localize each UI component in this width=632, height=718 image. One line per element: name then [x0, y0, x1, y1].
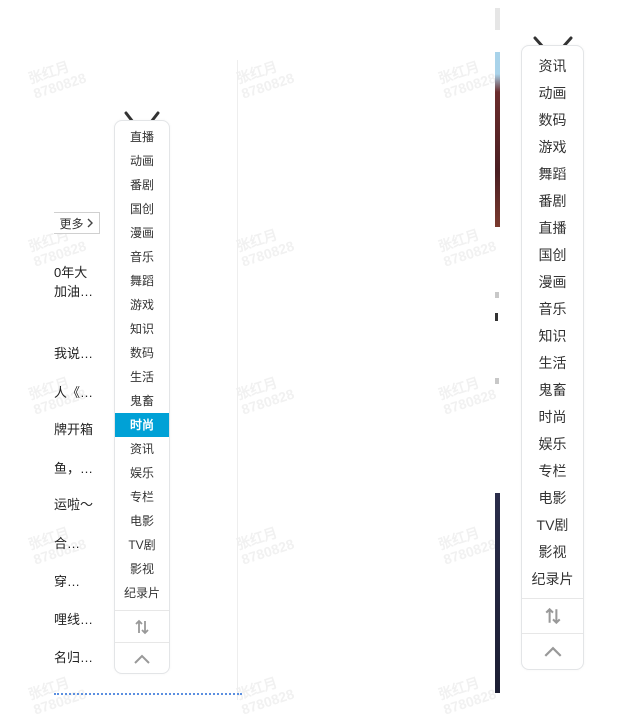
side-nav-item[interactable]: 数码: [115, 341, 169, 365]
side-nav-primary: 直播 动画 番剧 国创 漫画 音乐 舞蹈 游戏 知识 数码 生活 鬼畜 时尚 资讯 娱乐 专栏 电影 TV剧 影视纪…: [114, 120, 170, 674]
side-nav-item[interactable]: 资讯: [115, 437, 169, 461]
image-edge-top: [495, 8, 500, 30]
side-nav-item[interactable]: 音乐: [115, 245, 169, 269]
feed-item-title[interactable]: 名归…: [54, 647, 93, 666]
image-edge-banner: [495, 52, 500, 227]
watermark-text: 张红月 8780828: [436, 58, 499, 102]
sort-arrows-icon: [545, 607, 560, 625]
chevron-up-icon: [134, 654, 150, 664]
side-nav-item[interactable]: 生活: [522, 350, 583, 377]
side-nav-item[interactable]: TV剧: [522, 512, 583, 539]
side-nav-item[interactable]: 电影: [115, 509, 169, 533]
side-nav-item[interactable]: 影视: [522, 539, 583, 566]
side-nav-item[interactable]: 知识: [522, 323, 583, 350]
side-nav-item[interactable]: 直播: [115, 125, 169, 149]
side-nav-item[interactable]: 游戏: [115, 293, 169, 317]
side-nav-item[interactable]: TV剧: [115, 533, 169, 557]
feed-item-title[interactable]: 0年大: [54, 262, 87, 281]
more-label: 更多: [59, 216, 84, 231]
side-nav-item[interactable]: 专栏: [115, 485, 169, 509]
side-nav-item[interactable]: 舞蹈: [522, 161, 583, 188]
side-nav-item[interactable]: 漫画: [115, 221, 169, 245]
side-nav-item[interactable]: 影视: [115, 557, 169, 581]
feed-dot: [495, 292, 499, 298]
chevron-right-icon: [87, 218, 93, 228]
side-nav-item[interactable]: 动画: [522, 80, 583, 107]
side-nav-item[interactable]: 生活: [115, 365, 169, 389]
back-to-top-button[interactable]: [522, 634, 583, 668]
feed-item-title[interactable]: 我说…: [54, 343, 93, 362]
feed-dot: [495, 378, 499, 384]
dotted-underline: [54, 693, 242, 695]
watermark-text: 张红月 8780828: [436, 524, 499, 568]
more-button[interactable]: 更多: [54, 212, 100, 234]
side-nav-item[interactable]: 纪录片: [522, 566, 583, 593]
image-edge-bottom: [495, 493, 500, 693]
chevron-up-icon: [544, 646, 561, 657]
sort-button[interactable]: [115, 611, 169, 642]
side-nav-item[interactable]: 漫画: [522, 269, 583, 296]
feed-item-title[interactable]: 牌开箱: [54, 419, 93, 438]
column-divider: [237, 60, 238, 700]
watermark-text: 张红月 8780828: [26, 58, 89, 102]
watermark-text: 张红月 8780828: [234, 226, 297, 270]
side-nav-item[interactable]: 知识: [115, 317, 169, 341]
feed-item-title[interactable]: 合…: [54, 533, 80, 552]
side-nav-item[interactable]: 纪录片: [115, 581, 169, 605]
feed-dot: [495, 313, 498, 321]
back-to-top-button[interactable]: [115, 643, 169, 674]
watermark-text: 张红月 8780828: [436, 674, 499, 718]
sort-button[interactable]: [522, 599, 583, 633]
side-nav-item[interactable]: 国创: [115, 197, 169, 221]
side-nav-item[interactable]: 鬼畜: [522, 377, 583, 404]
side-nav-item[interactable]: 时尚: [115, 413, 169, 437]
feed-item-title[interactable]: 人《…: [54, 382, 93, 401]
side-nav-item[interactable]: 数码: [522, 107, 583, 134]
watermark-text: 张红月 8780828: [436, 374, 499, 418]
side-nav-item[interactable]: 舞蹈: [115, 269, 169, 293]
side-nav-item[interactable]: 鬼畜: [115, 389, 169, 413]
side-nav-item[interactable]: 国创: [522, 242, 583, 269]
watermark-text: 张红月 8780828: [234, 674, 297, 718]
side-nav-item[interactable]: 番剧: [522, 188, 583, 215]
side-nav-item[interactable]: 动画: [115, 149, 169, 173]
side-nav-item[interactable]: 番剧: [115, 173, 169, 197]
watermark-text: 张红月 8780828: [234, 58, 297, 102]
side-nav-item[interactable]: 时尚: [522, 404, 583, 431]
side-nav-item[interactable]: 直播: [522, 215, 583, 242]
feed-item-title[interactable]: 鱼，…: [54, 458, 93, 477]
feed-item-title[interactable]: 穿…: [54, 571, 80, 590]
feed-item-title[interactable]: 运啦～: [54, 494, 93, 513]
watermark-text: 张红月 8780828: [436, 226, 499, 270]
side-nav-item[interactable]: 专栏: [522, 458, 583, 485]
side-nav-item[interactable]: 游戏: [522, 134, 583, 161]
watermark-text: 张红月 8780828: [234, 524, 297, 568]
side-nav-item[interactable]: 娱乐: [522, 431, 583, 458]
side-nav-item[interactable]: 资讯: [522, 53, 583, 80]
side-nav-item[interactable]: 电影: [522, 485, 583, 512]
side-nav-secondary-items: 资讯 动画 数码 游戏 舞蹈 番剧 直播 国创 漫画 音乐 知识 生活 鬼畜 时尚 娱乐 专栏 电影 TV剧 影视纪…: [522, 53, 583, 593]
sort-arrows-icon: [135, 619, 149, 634]
side-nav-primary-items: 直播 动画 番剧 国创 漫画 音乐 舞蹈 游戏 知识 数码 生活 鬼畜 时尚 资讯 娱乐 专栏 电影 TV剧 影视纪…: [115, 125, 169, 605]
side-nav-item[interactable]: 娱乐: [115, 461, 169, 485]
feed-item-title[interactable]: 哩线…: [54, 609, 93, 628]
watermark-text: 张红月 8780828: [234, 374, 297, 418]
feed-item-title[interactable]: 加油…: [54, 281, 93, 300]
side-nav-item[interactable]: 音乐: [522, 296, 583, 323]
side-nav-secondary: 资讯 动画 数码 游戏 舞蹈 番剧 直播 国创 漫画 音乐 知识 生活 鬼畜 时尚 娱乐 专栏 电影 TV剧 影视纪…: [521, 45, 584, 670]
